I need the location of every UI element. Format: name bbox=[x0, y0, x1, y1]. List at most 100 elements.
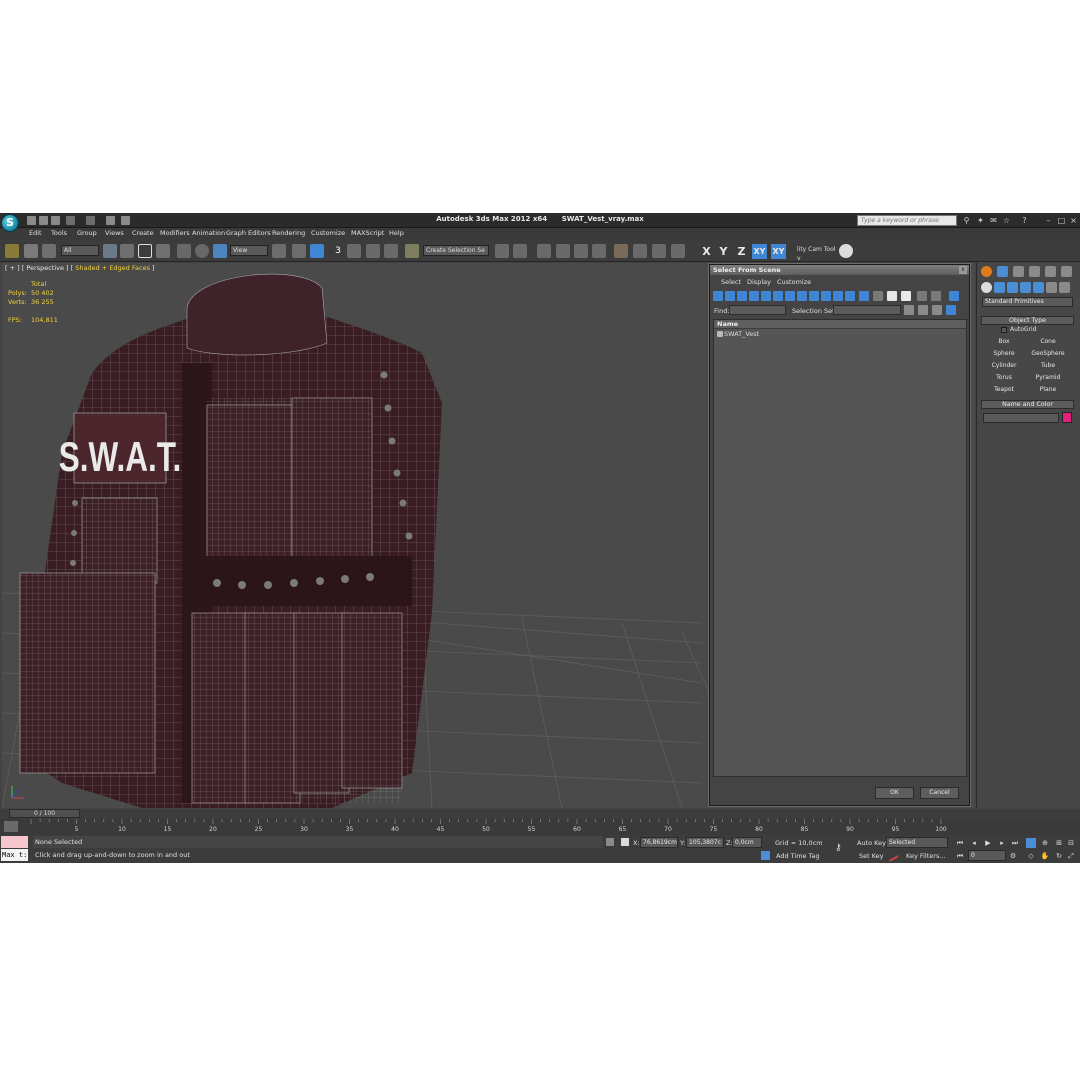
axis-y-button[interactable]: Y bbox=[716, 244, 731, 259]
link-icon[interactable] bbox=[5, 244, 19, 258]
set-key-button[interactable]: Set Key bbox=[859, 852, 884, 860]
rectangular-selection-icon[interactable] bbox=[138, 244, 152, 258]
previous-frame-icon[interactable]: ◂ bbox=[969, 838, 979, 848]
menu-create[interactable]: Create bbox=[132, 229, 154, 237]
app-logo-icon[interactable]: S bbox=[1, 214, 19, 232]
selection-set-remove-icon[interactable] bbox=[918, 305, 928, 315]
set-key-icon[interactable]: ⚷ bbox=[835, 843, 849, 853]
teapot-button[interactable]: Teapot bbox=[984, 385, 1024, 395]
display-frozen-icon[interactable] bbox=[833, 291, 843, 301]
pyramid-button[interactable]: Pyramid bbox=[1028, 373, 1068, 383]
reference-coordinate-dropdown[interactable]: View bbox=[230, 245, 268, 256]
shapes-category-icon[interactable] bbox=[994, 282, 1005, 293]
display-lights-icon[interactable] bbox=[737, 291, 747, 301]
display-containers-icon[interactable] bbox=[821, 291, 831, 301]
track-bar[interactable]: 5 10 15 20 25 30 35 40 45 50 55 60 65 70 75 80 85 90 95 100 bbox=[0, 819, 1080, 835]
snaps-toggle[interactable]: 3 bbox=[331, 244, 345, 258]
maximize-icon[interactable]: □ bbox=[1057, 216, 1066, 225]
window-crossing-icon[interactable] bbox=[156, 244, 170, 258]
column-header-name[interactable]: Name bbox=[714, 320, 966, 329]
object-name-input[interactable] bbox=[983, 413, 1059, 423]
rendered-frame-window-icon[interactable] bbox=[652, 244, 666, 258]
list-item[interactable]: SWAT_Vest bbox=[714, 329, 966, 339]
display-bones-icon[interactable] bbox=[809, 291, 819, 301]
help-icon[interactable]: ? bbox=[1020, 216, 1029, 225]
close-icon[interactable]: × bbox=[1069, 216, 1078, 225]
axis-x-button[interactable]: X bbox=[699, 244, 714, 259]
pan-view-icon[interactable]: ✋ bbox=[1040, 851, 1050, 861]
helpers-category-icon[interactable] bbox=[1033, 282, 1044, 293]
percent-snap-icon[interactable] bbox=[366, 244, 380, 258]
maximize-viewport-icon[interactable]: ⤢ bbox=[1066, 851, 1076, 861]
play-icon[interactable]: ▶ bbox=[983, 838, 993, 848]
selection-set-add-icon[interactable] bbox=[932, 305, 942, 315]
display-hidden-icon[interactable] bbox=[845, 291, 855, 301]
key-filters-button[interactable]: Key Filters... bbox=[906, 852, 946, 860]
scene-object-list[interactable]: Name SWAT_Vest bbox=[713, 319, 967, 777]
dialog-menu-display[interactable]: Display bbox=[747, 278, 771, 286]
viewport-view-name[interactable]: Perspective bbox=[26, 264, 64, 272]
selection-lock-icon[interactable] bbox=[606, 838, 614, 846]
menu-rendering[interactable]: Rendering bbox=[272, 229, 305, 237]
y-coord-field[interactable]: 105,3807c bbox=[686, 837, 724, 848]
cone-button[interactable]: Cone bbox=[1028, 337, 1068, 347]
minimize-icon[interactable]: – bbox=[1044, 216, 1053, 225]
bind-spacewarp-icon[interactable] bbox=[42, 244, 56, 258]
display-shapes-icon[interactable] bbox=[725, 291, 735, 301]
pivot-center-icon[interactable] bbox=[272, 244, 286, 258]
curve-editor-icon[interactable] bbox=[574, 244, 588, 258]
maxscript-listener-input[interactable] bbox=[1, 836, 28, 848]
autogrid-checkbox[interactable] bbox=[1001, 327, 1007, 333]
filter-icon[interactable] bbox=[917, 291, 927, 301]
render-setup-icon[interactable] bbox=[633, 244, 647, 258]
menu-modifiers[interactable]: Modifiers bbox=[160, 229, 190, 237]
selection-set-select-icon[interactable] bbox=[946, 305, 956, 315]
display-xrefs-icon[interactable] bbox=[797, 291, 807, 301]
find-input[interactable] bbox=[729, 305, 786, 315]
dialog-menu-customize[interactable]: Customize bbox=[777, 278, 811, 286]
menu-edit[interactable]: Edit bbox=[29, 229, 42, 237]
display-children-icon[interactable] bbox=[949, 291, 959, 301]
auto-key-button[interactable]: Auto Key bbox=[857, 839, 886, 847]
plane-button[interactable]: Plane bbox=[1028, 385, 1068, 395]
select-by-name-icon[interactable] bbox=[120, 244, 134, 258]
named-selection-dropdown[interactable]: Create Selection Se bbox=[423, 245, 489, 256]
unlink-icon[interactable] bbox=[24, 244, 38, 258]
material-editor-icon[interactable] bbox=[614, 244, 628, 258]
time-configuration-icon[interactable]: ⚙ bbox=[1008, 851, 1018, 861]
spinner-snap-icon[interactable] bbox=[384, 244, 398, 258]
cylinder-button[interactable]: Cylinder bbox=[984, 361, 1024, 371]
align-icon[interactable] bbox=[513, 244, 527, 258]
object-type-rollout[interactable]: Object Type bbox=[981, 316, 1074, 325]
utilities-tab-icon[interactable] bbox=[1061, 266, 1072, 277]
dialog-menu-select[interactable]: Select bbox=[721, 278, 741, 286]
current-frame-field[interactable]: 0 bbox=[968, 850, 1006, 861]
display-tab-icon[interactable] bbox=[1045, 266, 1056, 277]
menu-views[interactable]: Views bbox=[105, 229, 124, 237]
display-groups-icon[interactable] bbox=[785, 291, 795, 301]
select-all-icon[interactable] bbox=[901, 291, 911, 301]
field-of-view-icon[interactable]: ◇ bbox=[1026, 851, 1036, 861]
sphere-button[interactable]: Sphere bbox=[984, 349, 1024, 359]
display-cameras-icon[interactable] bbox=[749, 291, 759, 301]
binoculars-icon[interactable]: ⚲ bbox=[962, 216, 971, 225]
dialog-close-icon[interactable]: x bbox=[959, 266, 967, 274]
menu-tools[interactable]: Tools bbox=[51, 229, 67, 237]
filter-options-icon[interactable] bbox=[931, 291, 941, 301]
zoom-extents-icon[interactable]: ⊞ bbox=[1054, 838, 1064, 848]
time-slider[interactable]: 0 / 100 bbox=[0, 809, 1080, 819]
geosphere-button[interactable]: GeoSphere bbox=[1028, 349, 1068, 359]
mirror-icon[interactable] bbox=[495, 244, 509, 258]
key-mode-dropdown[interactable]: Selected bbox=[886, 837, 948, 848]
select-rotate-icon[interactable] bbox=[195, 244, 209, 258]
display-helpers-icon[interactable] bbox=[761, 291, 771, 301]
cancel-button[interactable]: Cancel bbox=[920, 787, 959, 799]
dialog-title[interactable]: Select From Scene bbox=[710, 265, 969, 275]
edit-named-selection-icon[interactable] bbox=[405, 244, 419, 258]
utility-cam-tool-label[interactable]: lity Cam Tool v bbox=[795, 245, 840, 262]
keyboard-shortcut-toggle-icon[interactable] bbox=[310, 244, 324, 258]
menu-help[interactable]: Help bbox=[389, 229, 404, 237]
x-coord-field[interactable]: 76,8619cm bbox=[640, 837, 678, 848]
menu-graph-editors[interactable]: Graph Editors bbox=[226, 229, 271, 237]
axis-xy-button[interactable]: XY bbox=[752, 244, 767, 259]
